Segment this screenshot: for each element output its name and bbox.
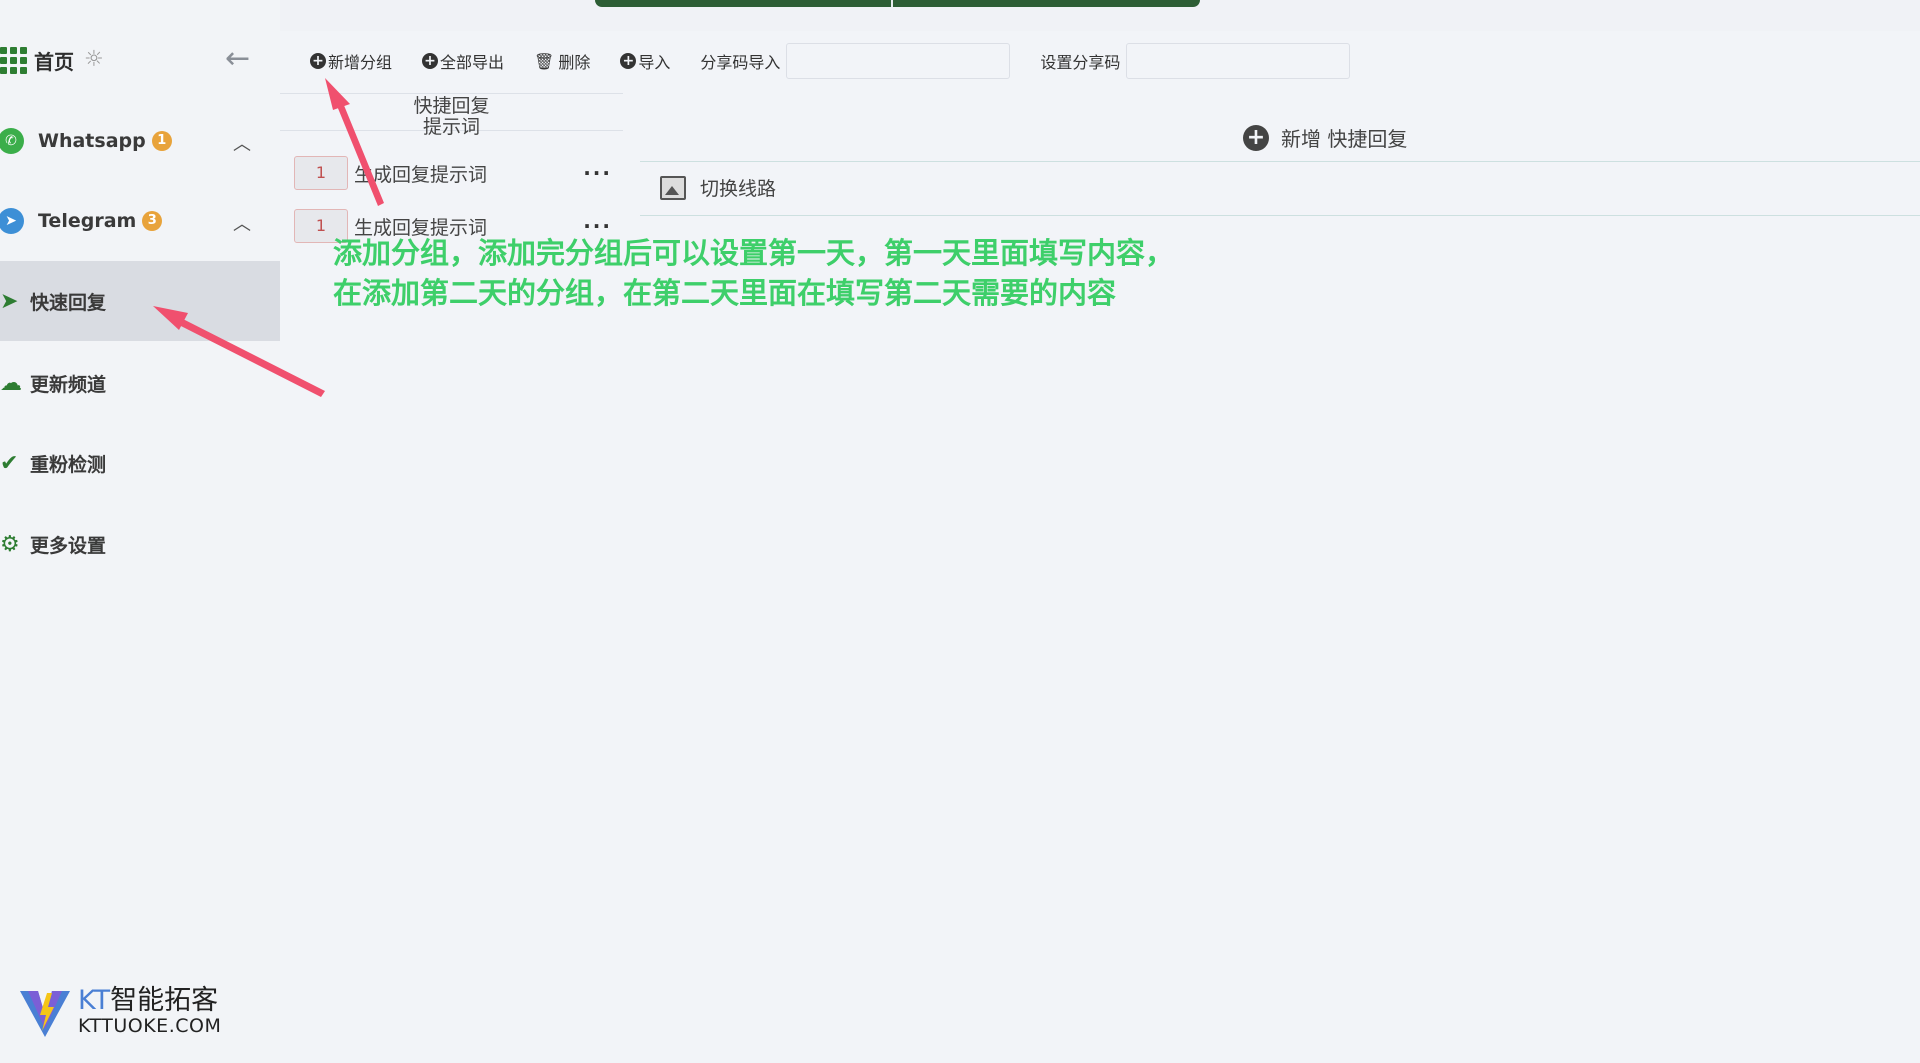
import-label: 导入 bbox=[638, 53, 671, 72]
group-order-number[interactable]: 1 bbox=[294, 156, 348, 190]
home-label: 首页 bbox=[34, 49, 74, 74]
sidebar-item-label: Whatsapp bbox=[38, 130, 146, 152]
cloud-download-icon: ☁ bbox=[0, 370, 22, 396]
chevron-up-icon[interactable]: ︿ bbox=[233, 130, 251, 156]
main-panel: + 新增分组 + 全部导出 🗑 删除 + 导入 分享码导入 设置分享码 快捷回复… bbox=[280, 31, 1920, 1063]
annotation-line-1: 添加分组，添加完分组后可以设置第一天，第一天里面填写内容， bbox=[333, 236, 1175, 270]
sidebar-item-label: 更多设置 bbox=[30, 534, 107, 557]
annotation-line-2: 在添加第二天的分组，在第二天里面在填写第二天需要的内容 bbox=[333, 276, 1117, 310]
logo-brand: KT bbox=[78, 985, 111, 1016]
sidebar-item-duplicate-check[interactable]: ✔ 重粉检测 bbox=[0, 438, 280, 488]
sidebar-item-label: Telegram bbox=[38, 210, 137, 232]
delete-button[interactable]: 🗑 删除 bbox=[534, 49, 590, 73]
plus-circle-icon: + bbox=[422, 53, 439, 69]
telegram-icon: ➤ bbox=[0, 208, 24, 234]
trash-icon: 🗑 bbox=[534, 51, 555, 71]
switch-line-button[interactable]: 切换线路 bbox=[660, 174, 776, 201]
sidebar: 首页 ☼ ← ✆ Whatsapp 1 ︿ ➤ Telegram 3 ︿ ➤ 快… bbox=[0, 0, 280, 1063]
add-group-label: 新增分组 bbox=[328, 53, 393, 72]
image-icon bbox=[660, 175, 686, 200]
kt-logo-icon bbox=[20, 991, 70, 1037]
export-all-label: 全部导出 bbox=[440, 53, 505, 72]
export-all-button[interactable]: + 全部导出 bbox=[422, 49, 504, 73]
switch-line-label: 切换线路 bbox=[700, 178, 777, 200]
add-quick-reply-label: 新增 快捷回复 bbox=[1281, 127, 1408, 151]
count-badge: 1 bbox=[151, 131, 172, 151]
top-decorative-bar bbox=[595, 0, 1200, 7]
check-circle-icon: ✔ bbox=[0, 450, 19, 476]
sidebar-item-label: 更新频道 bbox=[30, 373, 107, 396]
set-share-code-input[interactable] bbox=[1126, 43, 1351, 79]
share-code-import-input[interactable] bbox=[786, 43, 1011, 79]
plus-circle-icon: + bbox=[1243, 124, 1269, 151]
group-header-subtitle: 提示词 bbox=[422, 116, 480, 138]
delete-label: 删除 bbox=[558, 53, 591, 72]
share-code-import-label: 分享码导入 bbox=[700, 53, 781, 72]
group-header-title: 快捷回复 bbox=[413, 95, 490, 117]
divider bbox=[640, 215, 1920, 216]
sidebar-home[interactable]: 首页 ☼ ← bbox=[0, 42, 280, 78]
logo-name: 智能拓客 bbox=[110, 985, 219, 1016]
add-group-button[interactable]: + 新增分组 bbox=[310, 49, 392, 73]
sidebar-item-label: 快速回复 bbox=[30, 291, 107, 314]
sidebar-item-telegram[interactable]: ➤ Telegram 3 ︿ bbox=[0, 196, 280, 246]
sidebar-item-whatsapp[interactable]: ✆ Whatsapp 1 ︿ bbox=[0, 116, 280, 166]
more-options-icon[interactable]: ··· bbox=[583, 161, 612, 185]
plus-circle-icon: + bbox=[620, 53, 637, 69]
logo-domain: KTTUOKE.COM bbox=[78, 1015, 222, 1037]
brand-logo: KT智能拓客 KTTUOKE.COM bbox=[18, 985, 221, 1039]
chevron-up-icon[interactable]: ︿ bbox=[233, 210, 251, 236]
toolbar: + 新增分组 + 全部导出 🗑 删除 + 导入 分享码导入 设置分享码 bbox=[310, 43, 1380, 79]
plus-circle-icon: + bbox=[310, 53, 326, 69]
apps-grid-icon bbox=[0, 46, 27, 74]
sidebar-item-update-channel[interactable]: ☁ 更新频道 bbox=[0, 358, 280, 408]
sidebar-item-label: 重粉检测 bbox=[30, 453, 107, 476]
group-list-item[interactable]: 1 生成回复提示词 ··· bbox=[294, 155, 614, 191]
sidebar-item-quick-reply[interactable]: ➤ 快速回复 bbox=[0, 261, 280, 341]
import-button[interactable]: + 导入 bbox=[620, 49, 670, 73]
sidebar-item-more-settings[interactable]: ⚙ 更多设置 bbox=[0, 519, 280, 569]
count-badge: 3 bbox=[142, 211, 163, 231]
tutorial-annotation: 添加分组，添加完分组后可以设置第一天，第一天里面填写内容， 在添加第二天的分组，… bbox=[333, 233, 1174, 313]
send-icon: ➤ bbox=[0, 288, 19, 314]
whatsapp-icon: ✆ bbox=[0, 128, 24, 154]
set-share-code-label: 设置分享码 bbox=[1040, 53, 1121, 72]
group-list-header: 快捷回复 提示词 bbox=[280, 93, 623, 138]
sun-icon[interactable]: ☼ bbox=[84, 49, 104, 71]
group-label: 生成回复提示词 bbox=[354, 163, 488, 186]
arrow-left-icon[interactable]: ← bbox=[225, 44, 255, 74]
add-quick-reply-button[interactable]: + 新增 快捷回复 bbox=[1243, 123, 1407, 152]
gear-icon: ⚙ bbox=[0, 531, 20, 557]
divider bbox=[640, 161, 1920, 162]
